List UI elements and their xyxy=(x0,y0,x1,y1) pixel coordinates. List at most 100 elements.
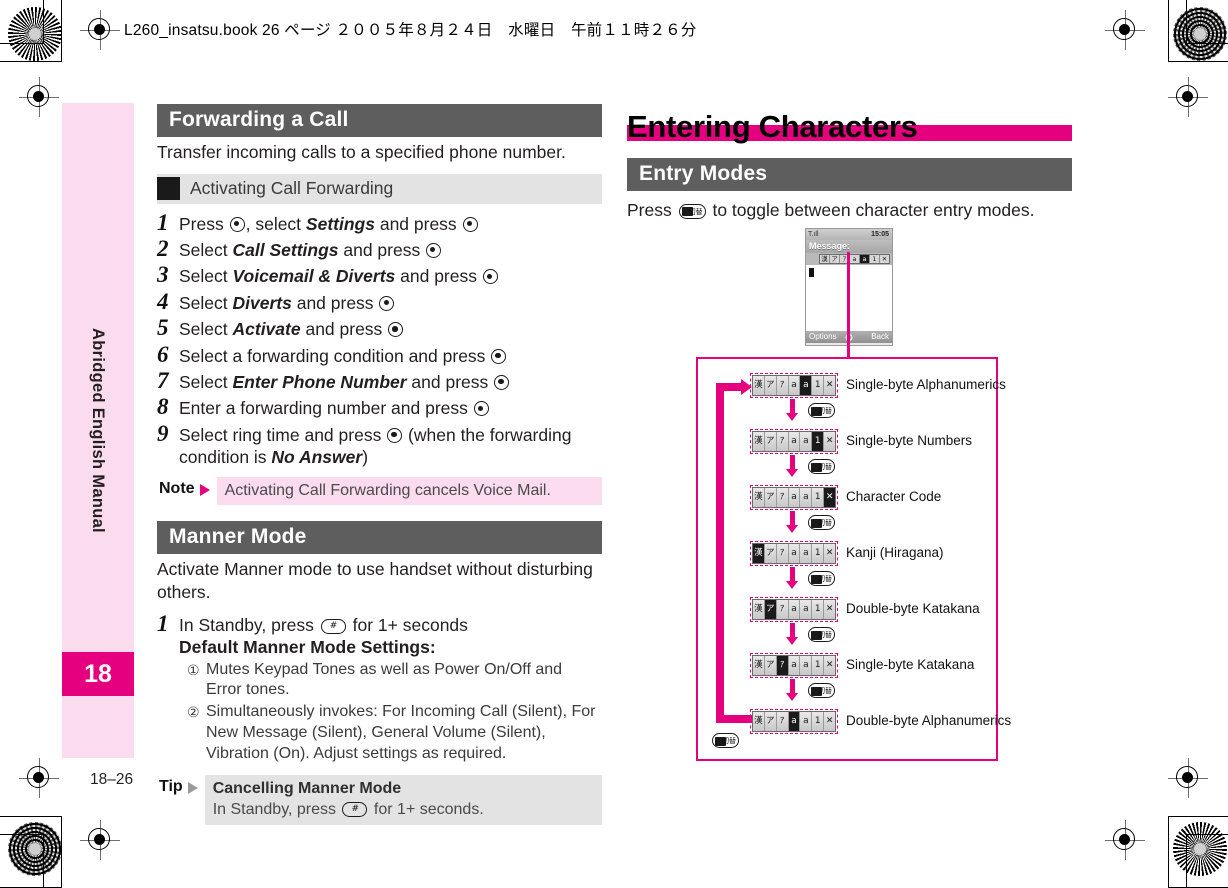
center-key-icon xyxy=(491,348,507,364)
loop-top-segment xyxy=(716,383,742,391)
registration-mark-top-left-lower xyxy=(19,77,59,117)
mode-cell-double-katakana: ア xyxy=(765,712,777,731)
mode-cell-character-code: ✕ xyxy=(825,716,834,726)
text-cursor xyxy=(809,268,814,277)
registration-mark-top-right-lower xyxy=(1168,77,1208,117)
mode-cell-double-alphanumeric: a xyxy=(789,600,801,619)
mode-cell-character-code: ✕ xyxy=(825,660,834,670)
mode-cell-single-alphanumeric: a xyxy=(800,432,813,451)
center-key-icon xyxy=(462,216,478,232)
mode-cell-double-alphanumeric: a xyxy=(789,488,801,507)
step-text: Select Diverts and press xyxy=(179,289,395,314)
mode-cell-single-alphanumeric: a xyxy=(800,544,813,563)
section-heading-entry-modes: Entry Modes xyxy=(627,158,1072,191)
mode-bar-frame: 漢 ア ｱ a a 1 ✕ xyxy=(750,485,838,510)
note-box: Note Activating Call Forwarding cancels … xyxy=(157,476,602,506)
mode-cell-double-alphanumeric: a xyxy=(789,376,801,395)
mode-cell-double-alphanumeric: a xyxy=(850,255,860,263)
manner-step-body: In Standby, press # for 1+ seconds Defau… xyxy=(179,611,602,765)
manner-setting-item: ② Simultaneously invokes: For Incoming C… xyxy=(187,702,602,764)
mode-key-icon: 切替 xyxy=(712,733,739,748)
page-number: 18–26 xyxy=(90,771,134,788)
mode-key-icon: 切替 xyxy=(678,203,706,219)
manner-step-item: 1 In Standby, press # for 1+ seconds Def… xyxy=(157,611,602,765)
registration-mark-bottom-right xyxy=(1168,758,1208,798)
step-number: 9 xyxy=(157,420,169,446)
mode-cell-double-katakana: ア xyxy=(830,255,840,263)
manner-setting-text: Simultaneously invokes: For Incoming Cal… xyxy=(206,703,596,762)
step-text: Select ring time and press (when the for… xyxy=(179,421,602,469)
crop-frame-top-right-2 xyxy=(1186,0,1228,44)
mode-cell-single-alphanumeric: a xyxy=(800,488,813,507)
note-text: Activating Call Forwarding cancels Voice… xyxy=(216,476,602,506)
tip-triangle-icon xyxy=(187,781,198,794)
flow-arrow xyxy=(786,399,799,421)
registration-mark-top-left xyxy=(80,10,120,50)
tip-line-post: for 1+ seconds. xyxy=(369,801,484,819)
mode-cell-numbers: 1 xyxy=(812,432,825,451)
registration-mark-bottom-left-lower xyxy=(80,820,120,860)
phone-clock: 15:05 xyxy=(871,231,889,238)
step-item: 1 Press , select Settings and press xyxy=(157,210,602,235)
center-key-icon xyxy=(494,375,510,391)
chapter-side-tab: Abridged English Manual 18 xyxy=(62,103,134,758)
mode-cell-single-alphanumeric: a xyxy=(800,600,813,619)
section-heading-manner-mode: Manner Mode xyxy=(157,521,602,555)
manner-setting-text: Mutes Keypad Tones as well as Power On/O… xyxy=(206,660,563,699)
flow-label: Kanji (Hiragana) xyxy=(846,545,944,560)
mode-cell-double-katakana: ア xyxy=(764,600,777,619)
mode-cell-single-katakana: ｱ xyxy=(777,376,789,395)
flow-label: Single-byte Numbers xyxy=(846,433,973,448)
mode-bar: 漢 ア ｱ a a 1 ✕ xyxy=(752,487,836,508)
mode-bar: 漢 ア ｱ a a 1 ✕ xyxy=(752,711,836,732)
center-key-icon xyxy=(229,216,245,232)
mode-cell-single-katakana: ｱ xyxy=(777,712,789,731)
subsection-heading-activating-call-forwarding: Activating Call Forwarding xyxy=(157,173,602,204)
mode-bar-frame: 漢 ア ｱ a a 1 ✕ xyxy=(750,373,838,398)
center-key-icon xyxy=(387,427,403,443)
step-text: Select Activate and press xyxy=(179,315,404,340)
circled-number-1-icon: ① xyxy=(187,661,200,678)
mode-cell-single-alphanumeric: a xyxy=(860,255,870,263)
mode-cell-kanji: 漢 xyxy=(753,376,765,395)
chapter-number-badge: 18 xyxy=(62,652,134,696)
manner-intro-text: Activate Manner mode to use handset with… xyxy=(157,559,593,602)
mode-cell-kanji: 漢 xyxy=(753,432,765,451)
mode-bar: 漢 ア ｱ a a 1 ✕ xyxy=(752,655,836,676)
step-text-post: and press xyxy=(300,319,388,340)
mode-key-icon: 切替 xyxy=(808,683,835,698)
mode-key-icon: 切替 xyxy=(808,515,835,530)
manner-line1-post: for 1+ seconds xyxy=(347,614,468,635)
step-text-pre: Select a forwarding condition and press xyxy=(179,345,491,366)
step-text-post: and press xyxy=(395,266,482,287)
tip-title: Cancelling Manner Mode xyxy=(212,779,402,797)
mode-cell-double-katakana: ア xyxy=(765,656,777,675)
mode-cell-kanji: 漢 xyxy=(753,656,765,675)
crop-frame-bottom-right-2 xyxy=(1186,834,1228,888)
step-emphasis: Enter Phone Number xyxy=(232,372,407,393)
chapter-title-text: Entering Characters xyxy=(627,109,918,144)
flow-arrow xyxy=(786,623,799,645)
entry-intro-pre: Press xyxy=(627,199,677,220)
mode-cell-double-katakana: ア xyxy=(765,432,777,451)
mode-key-icon: 切替 xyxy=(808,459,835,474)
mode-cell-single-katakana: ｱ xyxy=(776,656,789,675)
step-number: 2 xyxy=(157,236,169,262)
mode-cell-kanji: 漢 xyxy=(820,255,830,263)
step-text-post: and press xyxy=(291,292,379,313)
step-text-pre: Enter a forwarding number and press xyxy=(179,398,473,419)
step-emphasis: Diverts xyxy=(232,292,292,313)
center-key-icon xyxy=(388,322,404,338)
mode-cell-numbers: 1 xyxy=(812,488,825,507)
mode-cell-character-code: ✕ xyxy=(825,548,834,558)
step-item: 4 Select Diverts and press xyxy=(157,289,602,314)
section-heading-forwarding-a-call: Forwarding a Call xyxy=(157,104,602,137)
manner-step-line1: In Standby, press # for 1+ seconds xyxy=(179,614,602,636)
step-emphasis: Activate xyxy=(232,319,301,340)
crop-frame-bottom-left-2 xyxy=(0,834,44,888)
step-text-mid: , select xyxy=(245,213,306,234)
mode-cell-single-alphanumeric: a xyxy=(800,656,813,675)
mode-cell-double-katakana: ア xyxy=(765,376,777,395)
signal-strength-icon: T.ıll xyxy=(808,231,819,238)
mode-cell-numbers: 1 xyxy=(812,712,825,731)
